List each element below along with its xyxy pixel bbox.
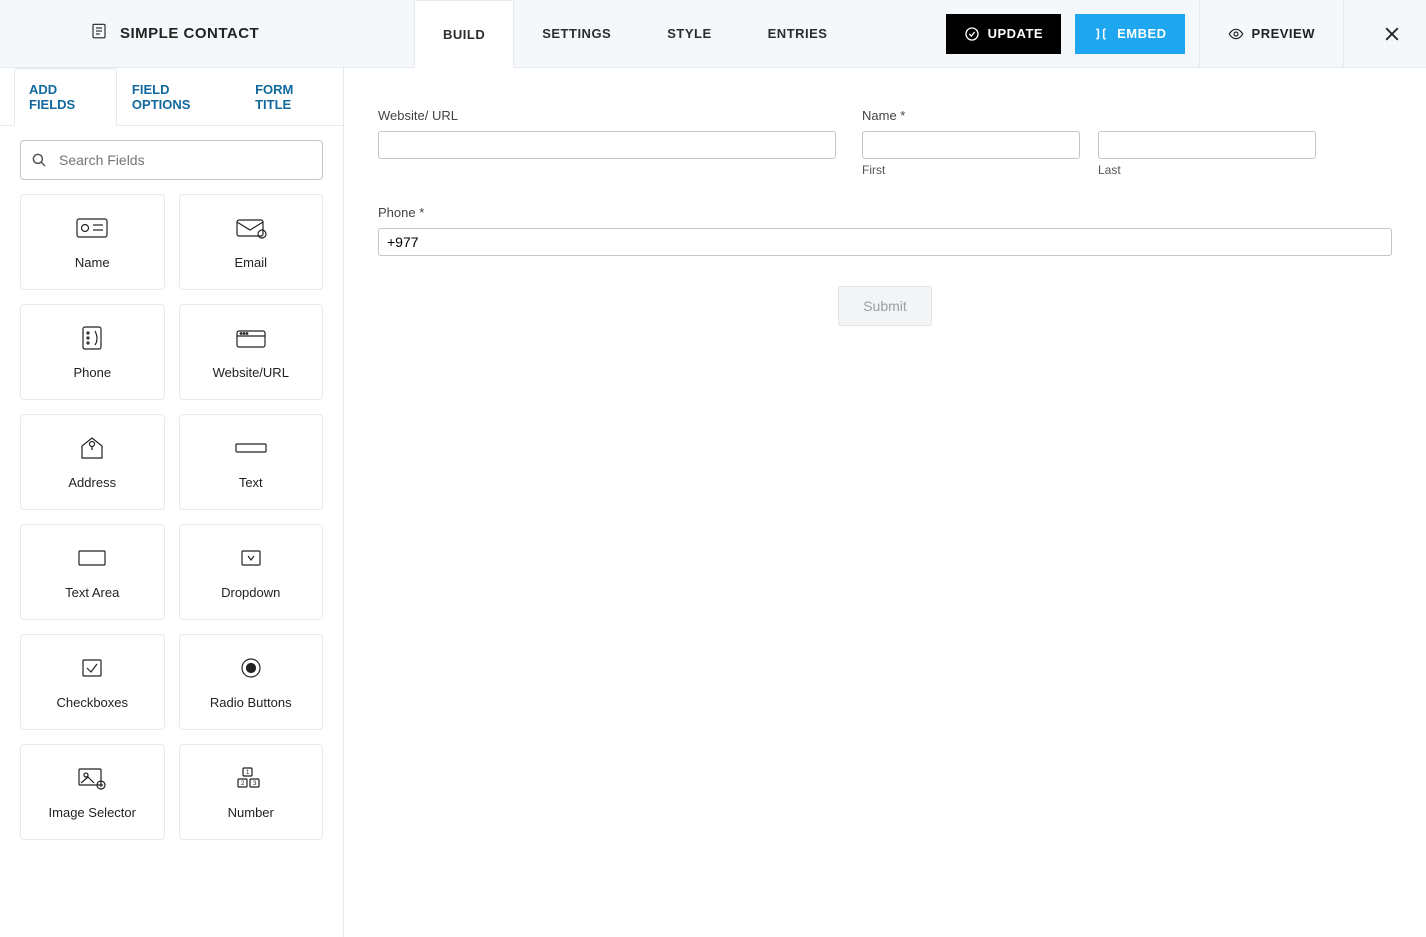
top-tabs: BUILD SETTINGS STYLE ENTRIES bbox=[414, 0, 855, 67]
submit-wrap: Submit bbox=[378, 286, 1392, 326]
text-icon bbox=[234, 435, 268, 461]
field-card-radio[interactable]: Radio Buttons bbox=[179, 634, 324, 730]
field-card-name[interactable]: Name bbox=[20, 194, 165, 290]
name-label: Name * bbox=[862, 108, 1392, 123]
field-card-label: Website/URL bbox=[213, 365, 289, 380]
radio-icon bbox=[234, 655, 268, 681]
field-card-label: Checkboxes bbox=[56, 695, 128, 710]
field-card-dropdown[interactable]: Dropdown bbox=[179, 524, 324, 620]
top-actions: UPDATE EMBED PREVIEW bbox=[946, 0, 1426, 67]
sidebar-tab-add-fields[interactable]: ADD FIELDS bbox=[14, 68, 117, 126]
form-title: SIMPLE CONTACT bbox=[120, 25, 259, 42]
field-card-url[interactable]: Website/URL bbox=[179, 304, 324, 400]
preview-label: PREVIEW bbox=[1252, 26, 1315, 41]
spacer bbox=[855, 0, 945, 67]
website-label: Website/ URL bbox=[378, 108, 836, 123]
image-icon bbox=[75, 765, 109, 791]
phone-icon bbox=[75, 325, 109, 351]
close-button[interactable] bbox=[1358, 0, 1426, 68]
sidebar-tab-form-title[interactable]: FORM TITLE bbox=[240, 68, 343, 126]
tab-build[interactable]: BUILD bbox=[414, 0, 514, 68]
phone-label: Phone * bbox=[378, 205, 1392, 220]
field-card-label: Text bbox=[239, 475, 263, 490]
search bbox=[20, 140, 323, 180]
name-pair: First Last bbox=[862, 131, 1392, 177]
field-card-textarea[interactable]: Text Area bbox=[20, 524, 165, 620]
main: ADD FIELDS FIELD OPTIONS FORM TITLE Name… bbox=[0, 68, 1426, 937]
field-name[interactable]: Name * First Last bbox=[862, 108, 1392, 177]
number-icon bbox=[234, 765, 268, 791]
update-label: UPDATE bbox=[988, 26, 1043, 41]
row-1: Website/ URL Name * First Last bbox=[378, 108, 1392, 177]
field-card-email[interactable]: Email bbox=[179, 194, 324, 290]
sidebar: ADD FIELDS FIELD OPTIONS FORM TITLE Name… bbox=[0, 68, 344, 937]
field-card-checkbox[interactable]: Checkboxes bbox=[20, 634, 165, 730]
header-left: SIMPLE CONTACT bbox=[0, 0, 414, 67]
field-card-label: Dropdown bbox=[221, 585, 280, 600]
field-card-address[interactable]: Address bbox=[20, 414, 165, 510]
website-input[interactable] bbox=[378, 131, 836, 159]
submit-button[interactable]: Submit bbox=[838, 286, 932, 326]
embed-label: EMBED bbox=[1117, 26, 1166, 41]
last-label: Last bbox=[1098, 163, 1316, 177]
search-wrap bbox=[0, 126, 343, 194]
field-card-label: Name bbox=[75, 255, 110, 270]
update-button[interactable]: UPDATE bbox=[946, 14, 1061, 54]
field-card-label: Email bbox=[234, 255, 267, 270]
search-icon bbox=[30, 151, 48, 169]
form-canvas: Website/ URL Name * First Last Ph bbox=[344, 68, 1426, 937]
field-card-text[interactable]: Text bbox=[179, 414, 324, 510]
form-icon bbox=[90, 22, 108, 45]
dropdown-icon bbox=[234, 545, 268, 571]
sidebar-tabs: ADD FIELDS FIELD OPTIONS FORM TITLE bbox=[0, 68, 343, 126]
top-header: SIMPLE CONTACT BUILD SETTINGS STYLE ENTR… bbox=[0, 0, 1426, 68]
embed-button[interactable]: EMBED bbox=[1075, 14, 1184, 54]
phone-input[interactable] bbox=[378, 228, 1392, 256]
field-card-label: Address bbox=[68, 475, 116, 490]
last-name-input[interactable] bbox=[1098, 131, 1316, 159]
field-card-label: Radio Buttons bbox=[210, 695, 292, 710]
address-icon bbox=[75, 435, 109, 461]
first-name-input[interactable] bbox=[862, 131, 1080, 159]
fields-grid: Name Email Phone Website/URL Address Text Text… bbox=[0, 194, 343, 860]
sidebar-tab-field-options[interactable]: FIELD OPTIONS bbox=[117, 68, 240, 126]
tab-entries[interactable]: ENTRIES bbox=[740, 0, 856, 67]
field-card-number[interactable]: Number bbox=[179, 744, 324, 840]
first-label: First bbox=[862, 163, 1080, 177]
field-phone[interactable]: Phone * bbox=[378, 205, 1392, 256]
email-icon bbox=[234, 215, 268, 241]
preview-button[interactable]: PREVIEW bbox=[1199, 0, 1344, 68]
tab-style[interactable]: STYLE bbox=[639, 0, 739, 67]
field-card-phone[interactable]: Phone bbox=[20, 304, 165, 400]
field-card-label: Number bbox=[228, 805, 274, 820]
tab-settings[interactable]: SETTINGS bbox=[514, 0, 639, 67]
field-card-label: Phone bbox=[73, 365, 111, 380]
field-card-label: Text Area bbox=[65, 585, 119, 600]
field-website[interactable]: Website/ URL bbox=[378, 108, 836, 177]
checkbox-icon bbox=[75, 655, 109, 681]
name-icon bbox=[75, 215, 109, 241]
textarea-icon bbox=[75, 545, 109, 571]
search-input[interactable] bbox=[20, 140, 323, 180]
url-icon bbox=[234, 325, 268, 351]
field-card-label: Image Selector bbox=[49, 805, 136, 820]
field-card-image[interactable]: Image Selector bbox=[20, 744, 165, 840]
